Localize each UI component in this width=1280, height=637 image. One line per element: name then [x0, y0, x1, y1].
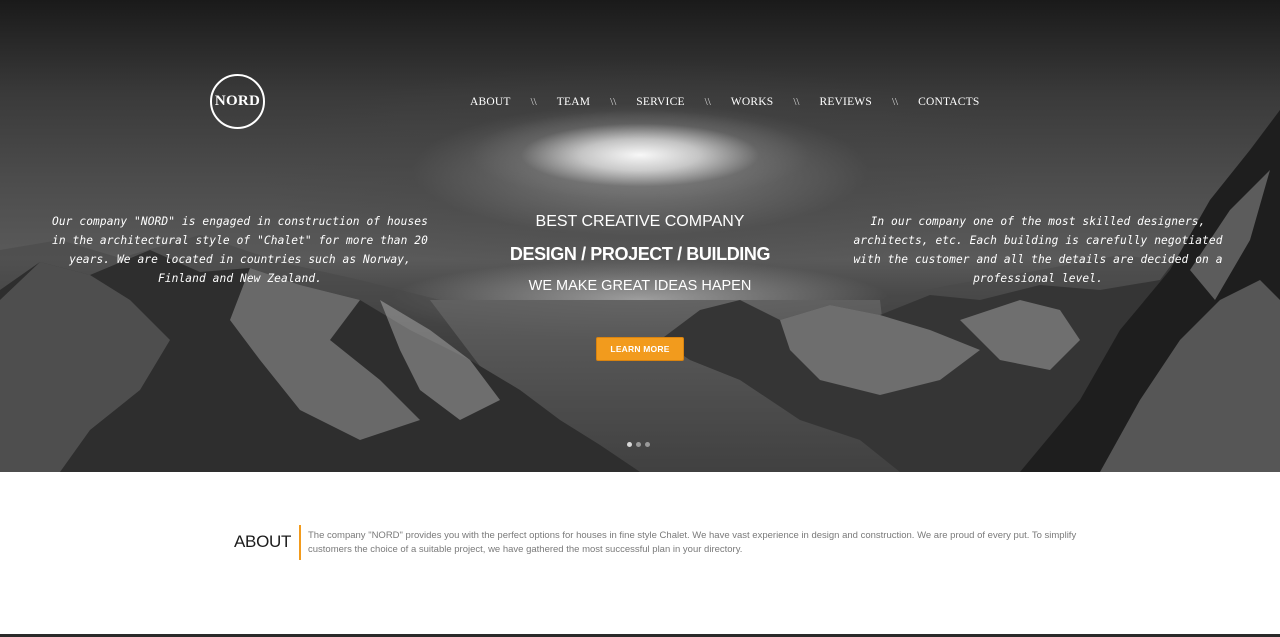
hero-section: NORD ABOUT \\ TEAM \\ SERVICE \\ WORKS \… [0, 0, 1280, 472]
about-accent-divider [299, 525, 301, 560]
slider-dot-1[interactable] [627, 442, 632, 447]
nav-separator: \\ [530, 96, 537, 108]
hero-left-description: Our company "NORD" is engaged in constru… [52, 215, 428, 285]
slider-dot-3[interactable] [645, 442, 650, 447]
about-description: The company "NORD" provides you with the… [308, 530, 1077, 555]
nord-logo[interactable]: NORD [210, 74, 265, 129]
about-heading: ABOUT [234, 532, 292, 551]
main-navigation: ABOUT \\ TEAM \\ SERVICE \\ WORKS \\ REV… [470, 94, 979, 110]
hero-right-description: In our company one of the most skilled d… [853, 215, 1223, 285]
nav-about-link[interactable]: ABOUT [470, 96, 511, 108]
slider-dot-2[interactable] [636, 442, 641, 447]
learn-more-button[interactable]: LEARN MORE [596, 337, 684, 361]
nav-service-link[interactable]: SERVICE [636, 96, 684, 108]
nav-separator: \\ [891, 96, 899, 108]
nav-works-link[interactable]: WORKS [731, 96, 774, 108]
logo-text: NORD [214, 93, 261, 109]
hero-taglines: BEST CREATIVE COMPANY DESIGN / PROJECT /… [440, 212, 840, 294]
slider-pagination [627, 442, 650, 447]
nav-contacts-link[interactable]: CONTACTS [918, 96, 979, 108]
nav-separator: \\ [704, 96, 711, 108]
hero-tagline-primary: BEST CREATIVE COMPANY [535, 213, 745, 230]
nav-separator: \\ [610, 96, 617, 108]
hero-tagline-secondary: WE MAKE GREAT IDEAS HAPEN [528, 278, 752, 294]
nav-separator: \\ [793, 96, 800, 108]
nav-team-link[interactable]: TEAM [557, 96, 590, 108]
nav-reviews-link[interactable]: REVIEWS [819, 96, 872, 108]
hero-tagline-headline: DESIGN / PROJECT / BUILDING [509, 244, 771, 264]
